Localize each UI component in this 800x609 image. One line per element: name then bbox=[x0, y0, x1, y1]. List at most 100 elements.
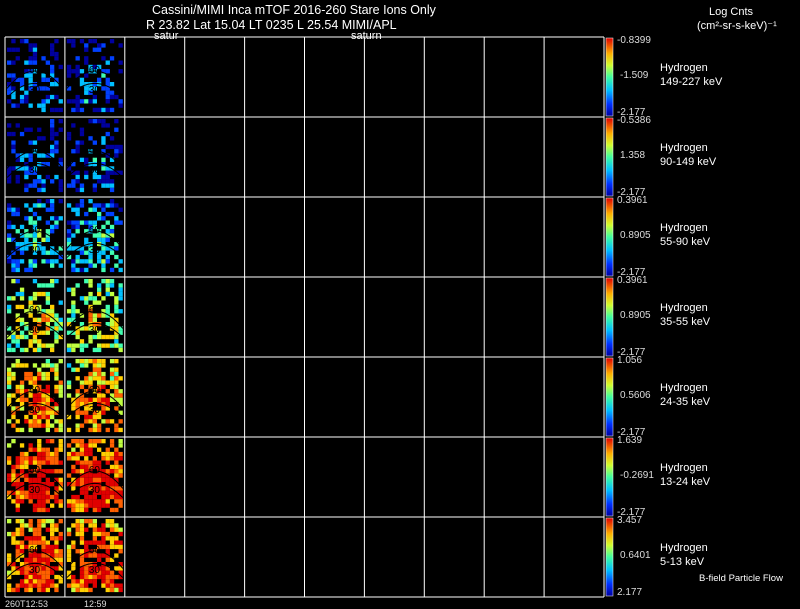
heatmap-cell bbox=[7, 237, 12, 242]
heatmap-cell bbox=[71, 300, 76, 305]
heatmap-cell bbox=[32, 279, 38, 284]
heatmap-cell bbox=[114, 254, 119, 260]
heatmap-cell bbox=[50, 309, 55, 314]
heatmap-cell bbox=[118, 99, 123, 104]
heatmap-cell bbox=[28, 43, 33, 48]
heatmap-cell bbox=[92, 203, 97, 208]
energy-range-label: 149-227 keV bbox=[660, 76, 723, 88]
heatmap-cell bbox=[50, 199, 55, 204]
heatmap-cell bbox=[15, 267, 20, 273]
heatmap-cell bbox=[11, 363, 16, 368]
heatmap-cell bbox=[97, 291, 102, 297]
heatmap-cell bbox=[58, 216, 63, 221]
heatmap-cell bbox=[28, 77, 33, 82]
heatmap-cell bbox=[84, 486, 89, 491]
heatmap-cell bbox=[37, 447, 42, 452]
heatmap-cell bbox=[50, 414, 55, 420]
heatmap-cell bbox=[105, 229, 110, 234]
energy-range-label: 35-55 keV bbox=[660, 316, 711, 328]
heatmap-cell bbox=[114, 473, 119, 478]
heatmap-cell bbox=[75, 207, 80, 212]
heatmap-cell bbox=[101, 207, 106, 212]
heatmap-cell bbox=[41, 414, 46, 420]
heatmap-cell bbox=[114, 300, 119, 305]
heatmap-cell bbox=[45, 587, 50, 593]
heatmap-cell bbox=[84, 250, 89, 255]
heatmap-cell bbox=[28, 536, 33, 541]
contour-label: 60 bbox=[29, 65, 41, 76]
colorbar-mid: -1.509 bbox=[620, 70, 649, 81]
heatmap-cell bbox=[114, 574, 119, 580]
heatmap-cell bbox=[75, 149, 80, 154]
heatmap-cell bbox=[79, 397, 85, 402]
heatmap-cell bbox=[58, 300, 63, 305]
heatmap-cell bbox=[45, 317, 50, 322]
heatmap-cell bbox=[45, 363, 50, 368]
heatmap-cell bbox=[75, 549, 80, 554]
energy-range-label: 24-35 keV bbox=[660, 396, 711, 408]
heatmap-cell bbox=[118, 527, 123, 532]
heatmap-cell bbox=[58, 199, 63, 204]
heatmap-cell bbox=[32, 347, 38, 353]
heatmap-cell bbox=[75, 330, 80, 335]
heatmap-cell bbox=[88, 317, 93, 322]
heatmap-cell bbox=[88, 447, 93, 452]
contour-label: 60 bbox=[29, 465, 41, 476]
heatmap-cell bbox=[101, 397, 106, 402]
heatmap-cell bbox=[37, 216, 42, 221]
heatmap-cell bbox=[54, 406, 59, 411]
heatmap-cell bbox=[45, 220, 50, 225]
heatmap-cell bbox=[41, 447, 46, 452]
heatmap-cell bbox=[84, 99, 89, 104]
heatmap-cell bbox=[114, 536, 119, 541]
contour-label: 30 bbox=[89, 85, 101, 96]
heatmap-cell bbox=[24, 246, 29, 251]
heatmap-cell bbox=[75, 107, 80, 113]
heatmap-cell bbox=[7, 220, 12, 225]
heatmap-cell bbox=[50, 544, 55, 550]
heatmap-cell bbox=[84, 60, 89, 65]
heatmap-cell bbox=[24, 237, 29, 242]
heatmap-cell bbox=[54, 144, 59, 150]
heatmap-cell bbox=[84, 507, 89, 513]
heatmap-cell bbox=[41, 73, 46, 78]
heatmap-cell bbox=[50, 119, 55, 124]
heatmap-cell bbox=[15, 47, 20, 52]
heatmap-cell bbox=[109, 376, 115, 381]
heatmap-cell bbox=[11, 263, 16, 268]
heatmap-cell bbox=[71, 574, 76, 580]
heatmap-cell bbox=[58, 439, 63, 444]
heatmap-cell bbox=[15, 174, 20, 180]
heatmap-cell bbox=[105, 287, 110, 292]
heatmap-cell bbox=[54, 427, 59, 433]
contour-label: 60 bbox=[29, 305, 41, 316]
heatmap-cell bbox=[11, 279, 16, 284]
heatmap-cell bbox=[114, 587, 119, 593]
heatmap-cell bbox=[24, 233, 29, 238]
heatmap-cell bbox=[84, 410, 89, 415]
heatmap-cell bbox=[84, 326, 89, 331]
heatmap-cell bbox=[15, 494, 20, 500]
heatmap-cell bbox=[105, 283, 110, 288]
heatmap-cell bbox=[79, 347, 85, 353]
heatmap-cell bbox=[105, 460, 110, 465]
heatmap-cell bbox=[58, 183, 63, 188]
heatmap-cell bbox=[71, 39, 76, 44]
colorbar bbox=[605, 197, 614, 277]
heatmap-cell bbox=[105, 519, 110, 524]
heatmap-cell bbox=[15, 503, 20, 508]
heatmap-cell bbox=[84, 279, 89, 284]
heatmap-cell bbox=[19, 427, 25, 433]
heatmap-cell bbox=[58, 499, 63, 504]
heatmap-cell bbox=[114, 507, 119, 513]
heatmap-cell bbox=[101, 384, 106, 390]
heatmap-cell bbox=[58, 263, 63, 268]
heatmap-cell bbox=[54, 220, 59, 225]
heatmap-cell bbox=[109, 250, 115, 255]
heatmap-cell bbox=[101, 363, 106, 368]
heatmap-cell bbox=[105, 174, 110, 180]
heatmap-cell bbox=[109, 183, 115, 188]
heatmap-cell bbox=[37, 531, 42, 537]
heatmap-cell bbox=[84, 376, 89, 381]
heatmap-cell bbox=[84, 544, 89, 550]
